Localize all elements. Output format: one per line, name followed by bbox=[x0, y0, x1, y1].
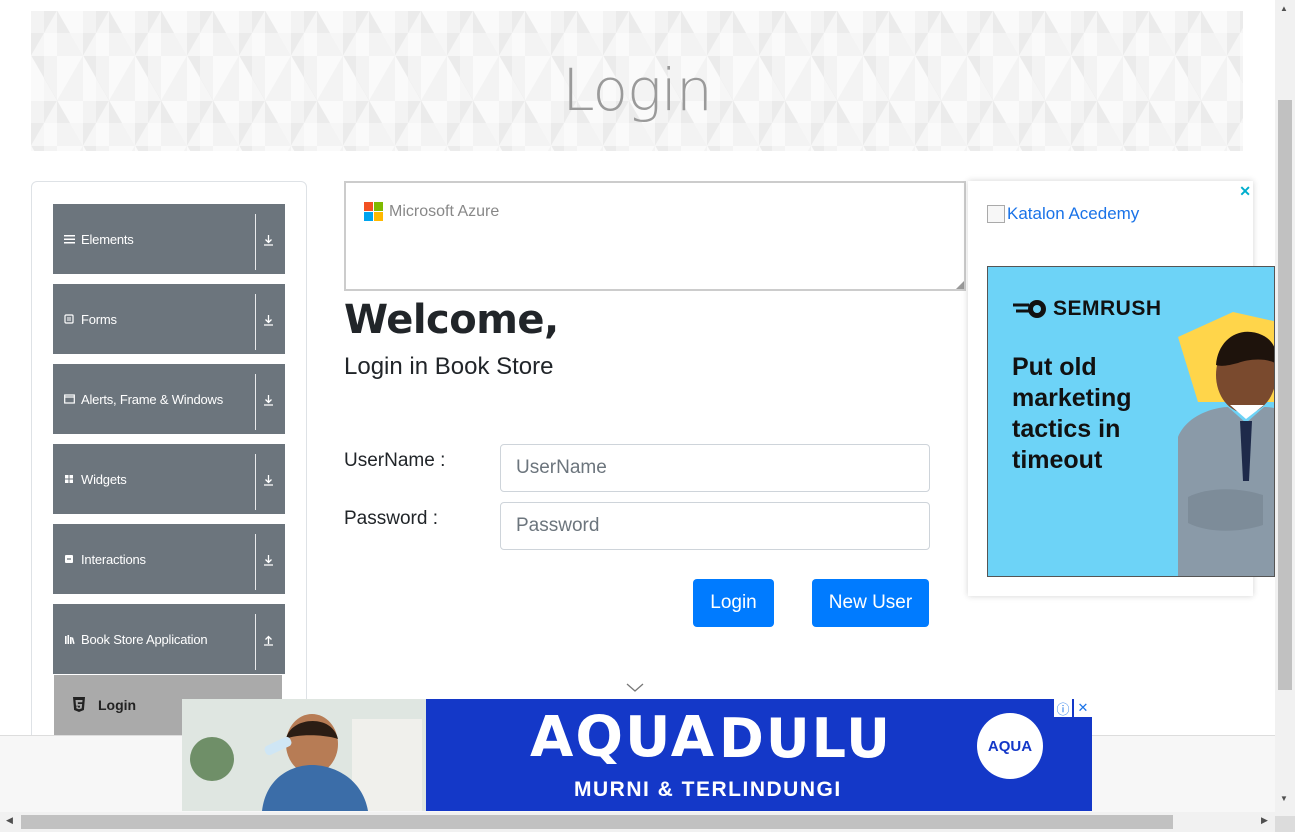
semrush-ad[interactable]: SEMRUSH Put old marketing tactics in tim… bbox=[987, 266, 1275, 577]
upload-icon bbox=[260, 632, 276, 648]
login-subtitle: Login in Book Store bbox=[344, 353, 554, 380]
scroll-left-icon[interactable]: ◀ bbox=[6, 815, 13, 826]
divider bbox=[255, 374, 256, 430]
sidebar-group-elements[interactable]: Elements bbox=[53, 204, 285, 274]
ad-info-icon[interactable]: ⓘ bbox=[1054, 699, 1072, 717]
new-user-button[interactable]: New User bbox=[812, 579, 929, 627]
page-header-banner: Login bbox=[31, 11, 1243, 151]
username-input[interactable] bbox=[500, 444, 930, 492]
password-label: Password : bbox=[344, 508, 438, 529]
semrush-tagline: Put old marketing tactics in timeout bbox=[1012, 353, 1132, 474]
login-button[interactable]: Login bbox=[693, 579, 774, 627]
scrollbar-corner bbox=[1275, 816, 1295, 832]
sidebar-group-interactions[interactable]: Interactions bbox=[53, 524, 285, 594]
divider bbox=[255, 214, 256, 270]
books-icon bbox=[63, 633, 75, 645]
scroll-up-icon[interactable]: ▲ bbox=[1280, 4, 1288, 13]
form-icon bbox=[63, 313, 75, 325]
aqua-headline: AQUA bbox=[530, 705, 717, 770]
download-icon bbox=[260, 312, 276, 328]
katalon-ad-link[interactable]: Katalon Acedemy bbox=[987, 204, 1139, 224]
download-icon bbox=[260, 472, 276, 488]
html5-icon bbox=[72, 697, 88, 713]
welcome-heading: Welcome, bbox=[344, 297, 559, 343]
hamburger-icon bbox=[63, 233, 75, 245]
download-icon bbox=[260, 552, 276, 568]
semrush-flame-icon bbox=[1013, 300, 1046, 318]
sidebar-group-widgets[interactable]: Widgets bbox=[53, 444, 285, 514]
katalon-alt-text: Katalon Acedemy bbox=[1007, 204, 1140, 223]
azure-brand-text: Microsoft Azure bbox=[389, 202, 500, 220]
sidebar-group-book-store[interactable]: Book Store Application bbox=[53, 604, 285, 674]
resize-grip-icon bbox=[956, 281, 964, 289]
ad-close-icon[interactable]: ✕ bbox=[1074, 699, 1092, 717]
divider bbox=[255, 454, 256, 510]
horizontal-scrollbar[interactable]: ◀ ▶ bbox=[0, 812, 1275, 832]
semrush-logo: SEMRUSH bbox=[1013, 297, 1162, 321]
username-label: UserName : bbox=[344, 450, 446, 471]
download-icon bbox=[260, 392, 276, 408]
chevron-down-icon[interactable] bbox=[626, 682, 644, 694]
vertical-scrollbar[interactable]: ▲ ▼ bbox=[1275, 0, 1295, 816]
interaction-icon bbox=[63, 553, 75, 565]
sidebar-item-label: Login bbox=[98, 697, 137, 713]
aqua-strapline: MURNI & TERLINDUNGI bbox=[574, 778, 842, 801]
microsoft-logo-icon bbox=[364, 202, 383, 221]
divider bbox=[255, 294, 256, 350]
divider bbox=[255, 614, 256, 670]
close-icon[interactable]: ✕ bbox=[1239, 183, 1251, 200]
aqua-ad-photo bbox=[182, 699, 426, 811]
sidebar-group-forms[interactable]: Forms bbox=[53, 284, 285, 354]
sidebar: Elements Forms Alerts, Frame & Windows W… bbox=[31, 181, 307, 783]
aqua-headline-dulu: DULU bbox=[719, 707, 893, 770]
broken-image-icon bbox=[987, 205, 1005, 223]
ad-azure-banner[interactable]: Microsoft Azure bbox=[344, 181, 966, 291]
password-input[interactable] bbox=[500, 502, 930, 550]
scroll-right-icon[interactable]: ▶ bbox=[1261, 815, 1268, 826]
aqua-ad-banner[interactable]: AQUA DULU MURNI & TERLINDUNGI AQUA ⓘ ✕ bbox=[182, 699, 1092, 811]
vertical-scroll-thumb[interactable] bbox=[1278, 100, 1292, 690]
azure-logo: Microsoft Azure bbox=[364, 202, 499, 221]
aqua-logo: AQUA bbox=[977, 713, 1043, 779]
page-title: Login bbox=[562, 56, 712, 124]
divider bbox=[255, 534, 256, 590]
grid-icon bbox=[63, 473, 75, 485]
scroll-down-icon[interactable]: ▼ bbox=[1280, 794, 1288, 803]
download-icon bbox=[260, 232, 276, 248]
sidebar-group-alerts[interactable]: Alerts, Frame & Windows bbox=[53, 364, 285, 434]
window-icon bbox=[63, 393, 75, 405]
horizontal-scroll-thumb[interactable] bbox=[21, 815, 1173, 829]
semrush-ad-photo bbox=[1178, 312, 1274, 576]
